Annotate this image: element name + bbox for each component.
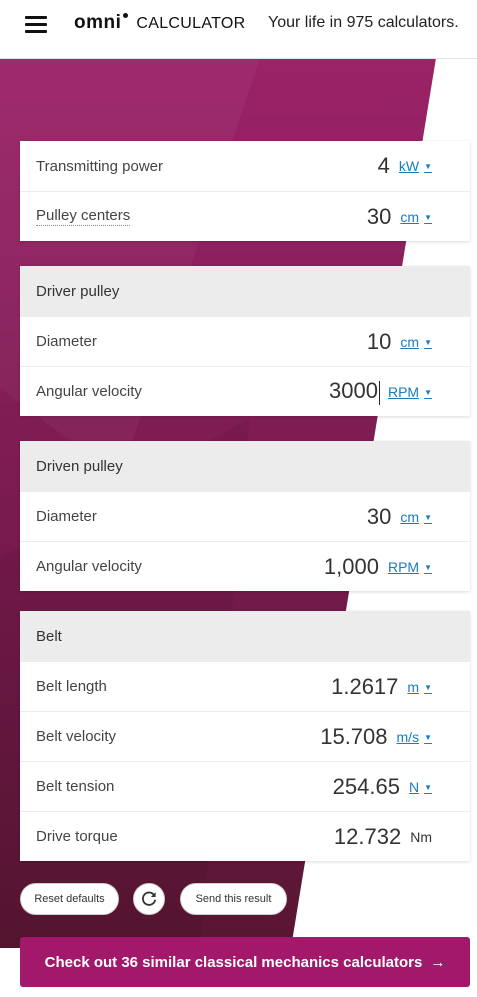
transmitting-power-input[interactable]: 4 xyxy=(378,153,390,179)
site-header: omni CALCULATOR Your life in 975 calcula… xyxy=(0,0,477,59)
driver-pulley-card: Driver pulley Diameter 10 cm ▼ Angular ve… xyxy=(20,266,470,416)
driven-diameter-input[interactable]: 30 xyxy=(367,504,391,530)
belt-title: Belt xyxy=(20,611,470,661)
arrow-right-icon: → xyxy=(430,953,446,971)
inputs-card: Transmitting power 4 kW ▼ Pulley centers … xyxy=(20,141,470,241)
driven-pulley-title: Driven pulley xyxy=(20,441,470,491)
pulley-centers-row: Pulley centers 30 cm ▼ xyxy=(20,191,470,241)
driven-diameter-row: Diameter 30 cm ▼ xyxy=(20,491,470,541)
driver-diameter-unit-select[interactable]: cm ▼ xyxy=(400,334,432,350)
belt-tension-row: Belt tension 254.65 N ▼ xyxy=(20,761,470,811)
driven-diameter-unit-select[interactable]: cm ▼ xyxy=(400,509,432,525)
drive-torque-row: Drive torque 12.732 Nm xyxy=(20,811,470,861)
caret-down-icon: ▼ xyxy=(424,337,432,347)
similar-calculators-button[interactable]: Check out 36 similar classical mechanics… xyxy=(20,937,470,987)
pulley-centers-unit-select[interactable]: cm ▼ xyxy=(400,209,432,225)
reset-defaults-button[interactable]: Reset defaults xyxy=(20,883,119,915)
driven-angular-velocity-row: Angular velocity 1,000 RPM ▼ xyxy=(20,541,470,591)
belt-velocity-unit-select[interactable]: m/s ▼ xyxy=(397,729,432,745)
send-result-button[interactable]: Send this result xyxy=(180,883,287,915)
caret-down-icon: ▼ xyxy=(424,512,432,522)
belt-velocity-row: Belt velocity 15.708 m/s ▼ xyxy=(20,711,470,761)
reload-button[interactable] xyxy=(133,883,165,915)
caret-down-icon: ▼ xyxy=(424,562,432,572)
belt-tension-output[interactable]: 254.65 xyxy=(333,774,400,800)
driven-angular-velocity-input[interactable]: 1,000 xyxy=(324,554,379,580)
drive-torque-output[interactable]: 12.732 xyxy=(334,824,401,850)
driven-angular-velocity-unit-select[interactable]: RPM ▼ xyxy=(388,559,432,575)
transmitting-power-unit-select[interactable]: kW ▼ xyxy=(399,158,432,174)
belt-card: Belt Belt length 1.2617 m ▼ Belt velocity… xyxy=(20,611,470,861)
caret-down-icon: ▼ xyxy=(424,162,432,171)
driver-diameter-input[interactable]: 10 xyxy=(367,329,391,355)
transmitting-power-row: Transmitting power 4 kW ▼ xyxy=(36,153,432,179)
caret-down-icon: ▼ xyxy=(424,682,432,692)
belt-velocity-output[interactable]: 15.708 xyxy=(320,724,387,750)
hamburger-menu-icon[interactable] xyxy=(25,16,47,34)
driven-pulley-card: Driven pulley Diameter 30 cm ▼ Angular ve… xyxy=(20,441,470,591)
belt-tension-unit-select[interactable]: N ▼ xyxy=(409,779,432,795)
driver-pulley-title: Driver pulley xyxy=(20,266,470,316)
driver-diameter-row: Diameter 10 cm ▼ xyxy=(20,316,470,366)
belt-length-output[interactable]: 1.2617 xyxy=(331,674,398,700)
caret-down-icon: ▼ xyxy=(424,732,432,742)
belt-length-row: Belt length 1.2617 m ▼ xyxy=(20,661,470,711)
caret-down-icon: ▼ xyxy=(424,212,432,222)
driver-angular-velocity-row: Angular velocity 3000 RPM ▼ xyxy=(20,366,470,416)
caret-down-icon: ▼ xyxy=(424,387,432,397)
reload-icon xyxy=(142,891,157,906)
caret-down-icon: ▼ xyxy=(424,782,432,792)
driver-angular-velocity-input[interactable]: 3000 xyxy=(329,378,380,405)
text-cursor xyxy=(378,380,380,405)
belt-length-unit-select[interactable]: m ▼ xyxy=(407,679,432,695)
drive-torque-unit: Nm xyxy=(410,828,432,845)
driver-angular-velocity-unit-select[interactable]: RPM ▼ xyxy=(388,384,432,400)
tagline: Your life in 975 calculators. xyxy=(268,14,459,31)
pulley-centers-input[interactable]: 30 xyxy=(367,204,391,230)
omni-logo[interactable]: omni CALCULATOR xyxy=(74,12,246,38)
